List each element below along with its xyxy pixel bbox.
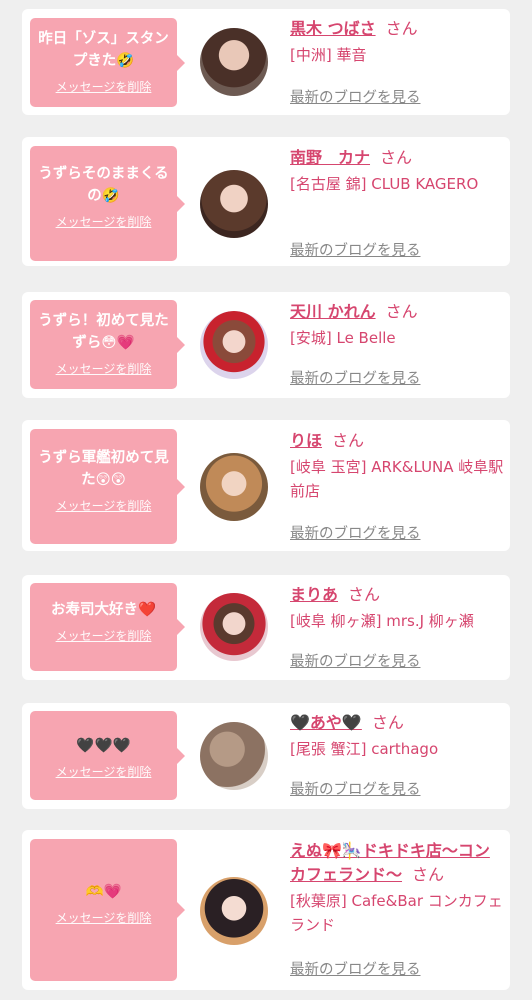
honorific: さん — [385, 302, 418, 321]
girl-name-link[interactable]: 黒木 つばさ — [290, 19, 376, 38]
honorific: さん — [412, 865, 445, 884]
delete-message-link[interactable]: メッセージを削除 — [56, 497, 152, 514]
girl-name-link[interactable]: 🖤あや🖤 — [290, 713, 362, 732]
message-text: 🖤🖤🖤 — [76, 738, 131, 754]
message-card: お寿司大好き❤️ メッセージを削除 まりあ さん [岐阜 柳ヶ瀬] mrs.J 柳… — [22, 575, 510, 680]
shop-name: [安城] Le Belle — [290, 329, 396, 347]
shop-name: [名古屋 錦] CLUB KAGERO — [290, 175, 479, 193]
message-bubble: うずら！初めて見たずら😳💗 メッセージを削除 — [30, 300, 185, 389]
latest-blog-link[interactable]: 最新のブログを見る — [290, 522, 421, 543]
girl-name-link[interactable]: えぬ🎀🎠ドキドキ店〜コンカフェランド〜 — [290, 841, 490, 884]
profile-info: 南野 カナ さん [名古屋 錦] CLUB KAGERO — [290, 146, 504, 196]
message-bubble: 🖤🖤🖤 メッセージを削除 — [30, 711, 185, 800]
message-card: 🖤🖤🖤 メッセージを削除 🖤あや🖤 さん [尾張 蟹江] carthago 最新の… — [22, 703, 510, 809]
latest-blog-link[interactable]: 最新のブログを見る — [290, 86, 421, 107]
message-card: うずら！初めて見たずら😳💗 メッセージを削除 天川 かれん さん [安城] Le … — [22, 292, 510, 398]
latest-blog-link[interactable]: 最新のブログを見る — [290, 650, 421, 671]
profile-info: えぬ🎀🎠ドキドキ店〜コンカフェランド〜 さん [秋葉原] Cafe&Bar コンカ… — [290, 839, 504, 937]
message-card: 昨日「ゾス」スタンプきた🤣 メッセージを削除 黒木 つばさ さん [中洲] 華音 … — [22, 9, 510, 115]
latest-blog-link[interactable]: 最新のブログを見る — [290, 958, 421, 979]
shop-name: [秋葉原] Cafe&Bar コンカフェランド — [290, 892, 503, 934]
message-text: うずら軍艦初めて見た😲😲 — [38, 450, 169, 488]
avatar[interactable] — [200, 722, 268, 790]
message-text: 昨日「ゾス」スタンプきた🤣 — [38, 31, 169, 69]
delete-message-link[interactable]: メッセージを削除 — [56, 763, 152, 780]
delete-message-link[interactable]: メッセージを削除 — [56, 78, 152, 95]
message-card: うずら軍艦初めて見た😲😲 メッセージを削除 りほ さん [岐阜 玉宮] ARK&L… — [22, 420, 510, 551]
honorific: さん — [385, 19, 418, 38]
profile-info: 🖤あや🖤 さん [尾張 蟹江] carthago — [290, 711, 504, 761]
message-bubble: 🫶💗 メッセージを削除 — [30, 839, 185, 981]
message-text: お寿司大好き❤️ — [50, 602, 157, 618]
profile-info: 天川 かれん さん [安城] Le Belle — [290, 300, 504, 350]
message-text: うずらそのままくるの🤣 — [38, 166, 169, 204]
profile-info: 黒木 つばさ さん [中洲] 華音 — [290, 17, 504, 67]
avatar[interactable] — [200, 170, 268, 238]
delete-message-link[interactable]: メッセージを削除 — [56, 360, 152, 377]
profile-info: まりあ さん [岐阜 柳ヶ瀬] mrs.J 柳ヶ瀬 — [290, 583, 504, 633]
delete-message-link[interactable]: メッセージを削除 — [56, 909, 152, 926]
girl-name-link[interactable]: 南野 カナ — [290, 148, 370, 167]
latest-blog-link[interactable]: 最新のブログを見る — [290, 239, 421, 260]
honorific: さん — [371, 713, 404, 732]
message-bubble: うずら軍艦初めて見た😲😲 メッセージを削除 — [30, 429, 185, 544]
message-bubble: うずらそのままくるの🤣 メッセージを削除 — [30, 146, 185, 261]
girl-name-link[interactable]: りほ — [290, 431, 322, 450]
avatar[interactable] — [200, 593, 268, 661]
message-card: 🫶💗 メッセージを削除 えぬ🎀🎠ドキドキ店〜コンカフェランド〜 さん [秋葉原] … — [22, 830, 510, 990]
avatar[interactable] — [200, 28, 268, 96]
shop-name: [岐阜 柳ヶ瀬] mrs.J 柳ヶ瀬 — [290, 612, 474, 630]
delete-message-link[interactable]: メッセージを削除 — [56, 627, 152, 644]
shop-name: [中洲] 華音 — [290, 46, 367, 64]
avatar[interactable] — [200, 311, 268, 379]
latest-blog-link[interactable]: 最新のブログを見る — [290, 778, 421, 799]
shop-name: [岐阜 玉宮] ARK&LUNA 岐阜駅前店 — [290, 458, 504, 500]
message-bubble: お寿司大好き❤️ メッセージを削除 — [30, 583, 185, 671]
message-card: うずらそのままくるの🤣 メッセージを削除 南野 カナ さん [名古屋 錦] CLU… — [22, 137, 510, 266]
delete-message-link[interactable]: メッセージを削除 — [56, 213, 152, 230]
message-text: 🫶💗 — [85, 884, 122, 900]
profile-info: りほ さん [岐阜 玉宮] ARK&LUNA 岐阜駅前店 — [290, 429, 504, 503]
honorific: さん — [332, 431, 365, 450]
message-text: うずら！初めて見たずら😳💗 — [38, 313, 169, 351]
shop-name: [尾張 蟹江] carthago — [290, 740, 439, 758]
latest-blog-link[interactable]: 最新のブログを見る — [290, 367, 421, 388]
message-bubble: 昨日「ゾス」スタンプきた🤣 メッセージを削除 — [30, 18, 185, 107]
avatar[interactable] — [200, 877, 268, 945]
girl-name-link[interactable]: まりあ — [290, 585, 338, 604]
avatar[interactable] — [200, 453, 268, 521]
honorific: さん — [380, 148, 413, 167]
honorific: さん — [348, 585, 381, 604]
girl-name-link[interactable]: 天川 かれん — [290, 302, 376, 321]
